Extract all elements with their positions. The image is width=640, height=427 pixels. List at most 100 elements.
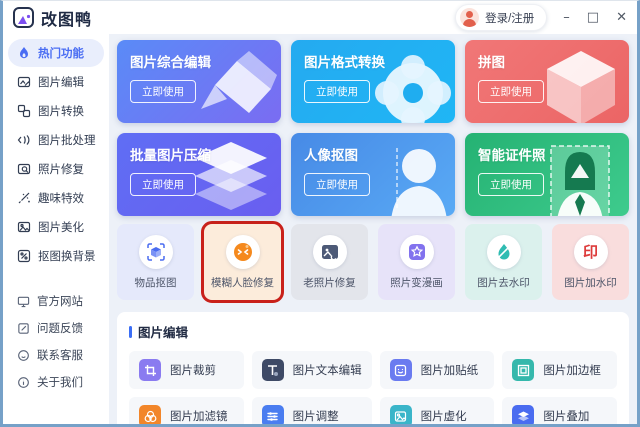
avatar [460,8,480,27]
use-now-button[interactable]: 立即使用 [130,80,196,103]
edit-item-label: 图片文本编辑 [292,365,362,377]
cutout-background-icon [17,249,31,263]
filter-icon [139,405,161,424]
app-title: 改图鸭 [41,11,93,29]
border-frame-icon [512,359,535,381]
adjust-icon [261,405,284,424]
sidebar-item-contact-support[interactable]: 联系客服 [8,342,104,368]
feedback-icon [18,322,29,334]
edit-item-filter[interactable]: 图片加滤镜 [129,397,244,424]
sidebar-item-label: 图片批处理 [38,135,96,147]
website-icon [17,296,30,307]
app-window: 改图鸭 登录/注册 – □ ✕ 热门功能 图片编辑 图片转换 图片批处理 照片修… [0,0,640,427]
use-now-button[interactable]: 立即使用 [304,80,370,103]
sidebar-item-label: 关于我们 [37,377,83,389]
sidebar-item-cutout-background[interactable]: 抠图换背景 [8,242,104,270]
sidebar-item-about-us[interactable]: 关于我们 [8,369,104,395]
sticker-icon [389,359,412,381]
convert-icon [17,104,31,118]
close-icon[interactable]: ✕ [616,11,627,24]
magic-wand-icon [18,192,30,204]
edit-item-adjust[interactable]: 图片调整 [251,397,372,424]
quick-card-photo-to-cartoon[interactable]: 照片变漫画 [378,224,455,300]
sidebar-item-image-edit[interactable]: 图片编辑 [8,68,104,96]
sidebar-item-fun-effects[interactable]: 趣味特效 [8,184,104,212]
hero-card-title: 智能证件照 [478,148,546,163]
hero-card-comprehensive-edit[interactable]: 图片综合编辑 立即使用 [117,40,281,123]
quick-card-label: 照片变漫画 [390,276,443,289]
blur-icon [389,405,412,424]
hero-card-format-convert[interactable]: 图片格式转换 立即使用 [291,40,455,123]
quick-card-blurry-face-repair[interactable]: 模糊人脸修复 [201,221,284,303]
sidebar-item-label: 图片转换 [38,106,84,118]
use-now-button[interactable]: 立即使用 [478,173,544,196]
use-now-button[interactable]: 立即使用 [304,173,370,196]
mountain-glyph [18,14,31,24]
edit-item-label: 图片裁剪 [170,365,216,377]
use-now-button[interactable]: 立即使用 [130,173,196,196]
quick-card-label: 物品抠图 [134,276,177,289]
hero-card-id-photo[interactable]: 智能证件照 立即使用 [465,133,629,216]
hero-card-collage[interactable]: 拼图 立即使用 [465,40,629,123]
text-edit-icon [261,359,284,381]
hero-card-title: 图片格式转换 [304,55,385,70]
edit-item-overlay[interactable]: 图片叠加 [502,397,617,424]
quick-card-label: 图片加水印 [564,276,617,289]
sidebar-item-image-beautify[interactable]: 图片美化 [8,213,104,241]
sidebar: 热门功能 图片编辑 图片转换 图片批处理 照片修复 趣味特效 图片美化 抠图换背… [3,34,109,424]
quick-card-add-watermark[interactable]: 印 图片加水印 [552,224,629,300]
login-button[interactable]: 登录/注册 [455,4,548,31]
hero-card-title: 人像抠图 [304,148,358,163]
sidebar-item-image-convert[interactable]: 图片转换 [8,97,104,125]
sidebar-item-hot-features[interactable]: 热门功能 [8,39,104,67]
add-watermark-icon: 印 [573,234,608,269]
sidebar-item-label: 问题反馈 [37,323,83,335]
batch-process-icon [17,135,30,145]
edit-item-label: 图片加贴纸 [420,365,479,377]
edit-item-crop[interactable]: 图片裁剪 [129,351,244,389]
overlay-icon [512,405,535,424]
edit-item-border-frame[interactable]: 图片加边框 [502,351,617,389]
image-edit-icon [17,76,31,88]
about-icon [18,376,29,388]
maximize-icon[interactable]: □ [587,11,599,24]
flame-icon [20,47,28,59]
edit-item-label: 图片叠加 [543,411,590,423]
section-header: 图片编辑 [129,322,617,341]
edit-item-text-edit[interactable]: 图片文本编辑 [251,351,372,389]
use-now-button[interactable]: 立即使用 [478,80,544,103]
support-icon [18,349,29,361]
quick-card-label: 图片去水印 [477,276,530,289]
hero-card-portrait-cutout[interactable]: 人像抠图 立即使用 [291,133,455,216]
edit-item-sticker[interactable]: 图片加贴纸 [379,351,495,389]
title-bar: 改图鸭 登录/注册 – □ ✕ [3,1,637,34]
sidebar-item-label: 图片编辑 [38,77,84,89]
beautify-icon [17,221,31,233]
sidebar-item-batch-process[interactable]: 图片批处理 [8,126,104,154]
minimize-icon[interactable]: – [563,11,570,24]
photo-to-cartoon-icon [399,234,434,269]
quick-card-remove-watermark[interactable]: 图片去水印 [465,224,542,300]
app-logo-icon [13,7,34,28]
login-label: 登录/注册 [485,12,535,25]
sidebar-item-label: 热门功能 [38,48,84,60]
hero-card-title: 拼图 [478,55,505,70]
quick-card-object-cutout[interactable]: 物品抠图 [117,224,194,300]
section-title: 图片编辑 [138,326,189,340]
crop-icon [139,359,161,381]
sidebar-item-label: 图片美化 [38,222,84,234]
edit-item-blur[interactable]: 图片虚化 [379,397,495,424]
hero-card-batch-compress[interactable]: 批量图片压缩 立即使用 [117,133,281,216]
quick-tool-grid: 物品抠图 模糊人脸修复 老照片修复 照片变漫画 图片去水印 印 图片加水印 [117,221,629,303]
sidebar-item-photo-repair[interactable]: 照片修复 [8,155,104,183]
window-controls: – □ ✕ [563,11,627,24]
sidebar-item-label: 抠图换背景 [38,251,96,263]
watermark-stamp-glyph: 印 [582,244,598,261]
sidebar-item-official-website[interactable]: 官方网站 [8,288,104,314]
edit-item-label: 图片加滤镜 [170,411,228,423]
remove-watermark-icon [486,234,521,269]
sidebar-item-label: 官方网站 [37,296,83,308]
section-accent-bar [129,325,132,338]
sidebar-item-feedback[interactable]: 问题反馈 [8,315,104,341]
quick-card-old-photo-repair[interactable]: 老照片修复 [291,224,368,300]
